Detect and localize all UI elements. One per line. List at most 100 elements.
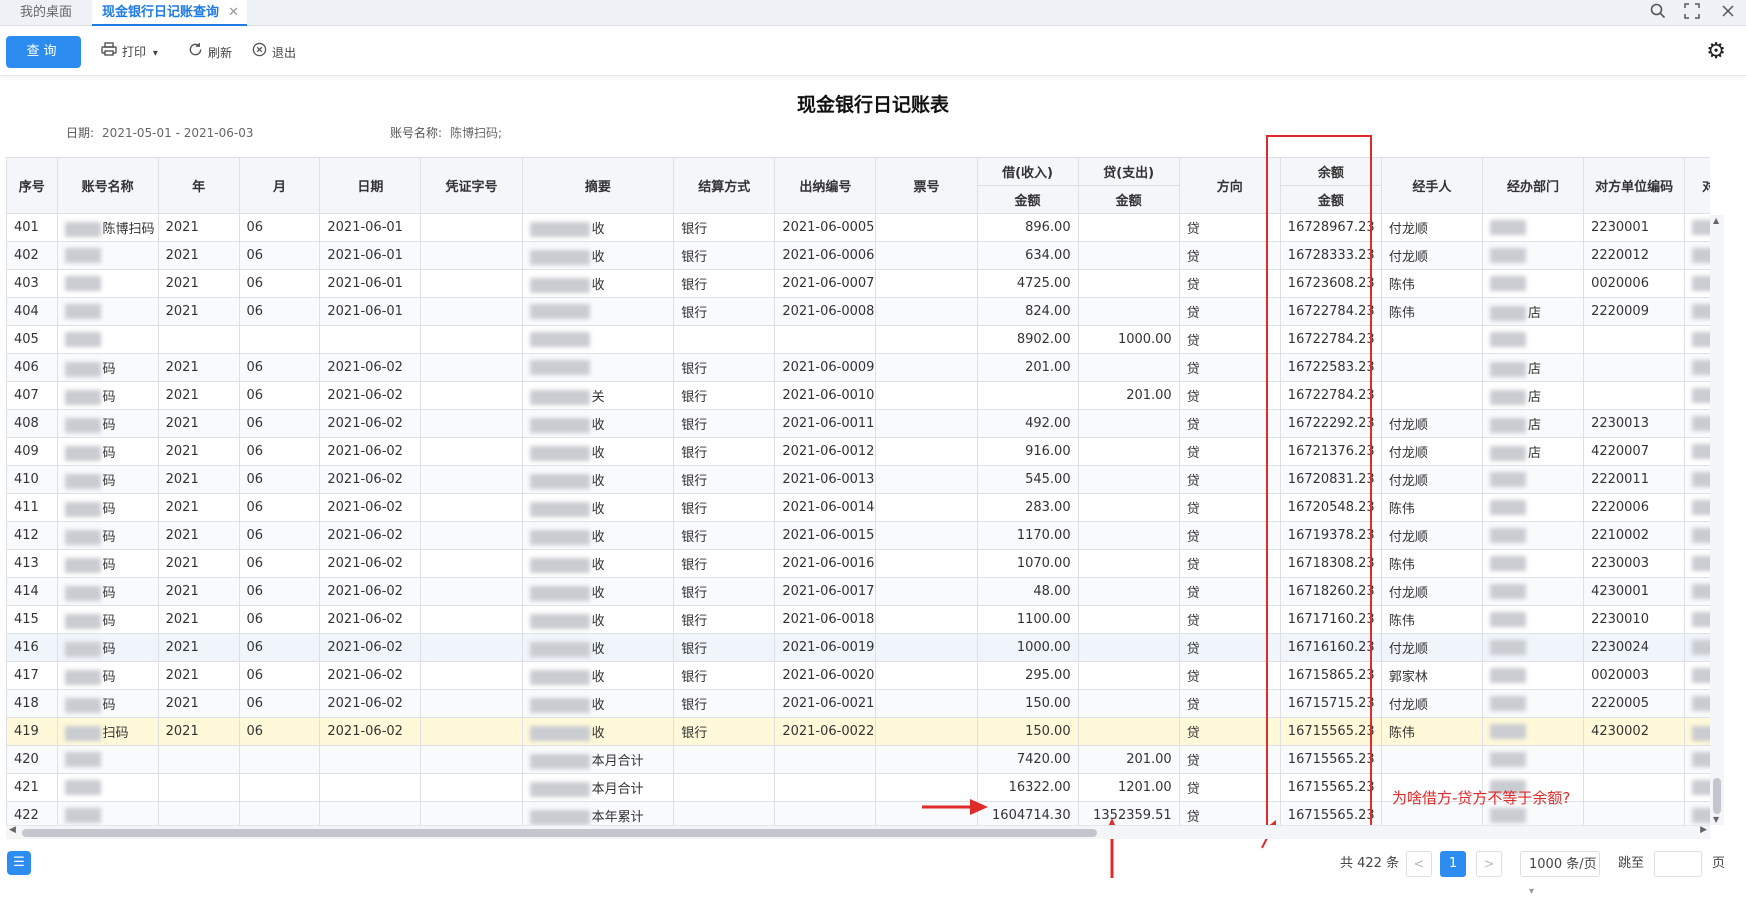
table-row[interactable]: 402 2021 06 2021-06-01 收 银行 2021-06-0006 634.00… (6, 241, 1710, 270)
col-summary[interactable]: 摘要 (521, 157, 675, 214)
col-debit[interactable]: 借(收入) (976, 157, 1079, 186)
cell-summary (521, 325, 675, 354)
col-year[interactable]: 年 (157, 157, 240, 214)
account-name: 账号名称: 陈博扫码; (390, 124, 502, 141)
close-window-icon[interactable] (1718, 3, 1738, 23)
cell-seq: 421 (6, 773, 58, 802)
fullscreen-icon[interactable] (1682, 3, 1702, 23)
table-row[interactable]: 406 码 2021 06 2021-06-02 银行 2021-06-0009 201.00… (6, 353, 1710, 382)
page-1-button[interactable]: 1 (1440, 851, 1466, 877)
cell-handler: 付龙顺 (1380, 241, 1483, 270)
cell-cashier-no: 2021-06-0017 (774, 577, 877, 606)
col-voucher[interactable]: 凭证字号 (420, 157, 523, 214)
cell-account: 码 (56, 353, 159, 382)
cell-text: 码 (102, 418, 116, 433)
col-dept[interactable]: 经办部门 (1481, 157, 1585, 214)
scroll-right-icon[interactable]: ▶ (1700, 825, 1707, 835)
col-month[interactable]: 月 (238, 157, 321, 214)
redacted-block (1489, 446, 1526, 461)
cell-cashier-no: 2021-06-0010 (774, 381, 877, 410)
cell-voucher (420, 353, 523, 382)
col-cashier-no[interactable]: 出纳编号 (774, 157, 877, 214)
table-row[interactable]: 407 码 2021 06 2021-06-02 关 银行 2021-06-0010 201.0… (6, 381, 1710, 410)
tab-desktop[interactable]: 我的桌面 (10, 0, 82, 26)
table-row[interactable]: 418 码 2021 06 2021-06-02 收 银行 2021-06-0021 150.0… (6, 689, 1710, 718)
cell-date: 2021-06-01 (319, 213, 422, 242)
table-row[interactable]: 410 码 2021 06 2021-06-02 收 银行 2021-06-0013 545.0… (6, 465, 1710, 494)
list-icon[interactable]: ☰ (7, 851, 31, 875)
col-settle[interactable]: 结算方式 (673, 157, 776, 214)
refresh-button[interactable]: 刷新 (186, 42, 232, 62)
print-button[interactable]: 打印 ▾ (100, 42, 158, 62)
close-icon[interactable]: ✕ (228, 0, 239, 26)
cell-party-code: 2220009 (1583, 297, 1686, 326)
cell-debit: 634.00 (976, 241, 1079, 270)
table-row[interactable]: 404 2021 06 2021-06-01 银行 2021-06-0008 824.00 贷… (6, 297, 1710, 326)
table-row[interactable]: 405 8902.00 1000.00 贷 16722784.23 (6, 325, 1710, 354)
table-row[interactable]: 411 码 2021 06 2021-06-02 收 银行 2021-06-0014 283.0… (6, 493, 1710, 522)
scroll-left-icon[interactable]: ◀ (9, 825, 16, 835)
search-icon[interactable] (1648, 3, 1668, 23)
cell-date (319, 801, 422, 825)
redacted-block (529, 390, 590, 405)
col-debit-amount[interactable]: 金额 (976, 185, 1079, 214)
gear-icon[interactable]: ⚙ (1706, 39, 1726, 64)
table-row[interactable]: 413 码 2021 06 2021-06-02 收 银行 2021-06-0016 1070.… (6, 549, 1710, 578)
horizontal-scroll-thumb[interactable] (22, 829, 1097, 837)
table-row[interactable]: 416 码 2021 06 2021-06-02 收 银行 2021-06-0019 1000.… (6, 633, 1710, 662)
redacted-block (529, 698, 590, 713)
tab-cash-journal[interactable]: 现金银行日记账查询 ✕ (92, 0, 248, 26)
col-credit-amount[interactable]: 金额 (1077, 185, 1180, 214)
table-row[interactable]: 417 码 2021 06 2021-06-02 收 银行 2021-06-0020 295.0… (6, 661, 1710, 690)
scroll-up-icon[interactable]: ▲ (1713, 216, 1719, 225)
cell-text: 码 (102, 362, 116, 377)
cell-party (1684, 269, 1710, 298)
cell-voucher (420, 325, 523, 354)
cell-summary: 收 (521, 493, 675, 522)
cell-date (319, 745, 422, 774)
col-bill[interactable]: 票号 (875, 157, 978, 214)
table-row[interactable]: 419 扫码 2021 06 2021-06-02 收 银行 2021-06-0022 150.… (6, 717, 1710, 746)
cell-month (238, 801, 321, 825)
redacted-block (1692, 808, 1710, 823)
col-date[interactable]: 日期 (319, 157, 422, 214)
table-row[interactable]: 414 码 2021 06 2021-06-02 收 银行 2021-06-0017 48.00… (6, 577, 1710, 606)
table-row[interactable]: 412 码 2021 06 2021-06-02 收 银行 2021-06-0015 1170.… (6, 521, 1710, 550)
vertical-scrollbar[interactable]: ▲ ▼ (1710, 215, 1724, 825)
cell-credit: 201.00 (1077, 745, 1180, 774)
cell-bill (875, 493, 978, 522)
exit-button[interactable]: 退出 (250, 42, 296, 62)
col-handler[interactable]: 经手人 (1380, 157, 1483, 214)
cell-account (56, 269, 159, 298)
col-party[interactable]: 对方 (1684, 157, 1710, 214)
cell-credit (1077, 465, 1180, 494)
cell-text: 本月合计 (591, 782, 644, 797)
table-row[interactable]: 403 2021 06 2021-06-01 收 银行 2021-06-0007 4725.0… (6, 269, 1710, 298)
cell-voucher (420, 633, 523, 662)
table-row[interactable]: 415 码 2021 06 2021-06-02 收 银行 2021-06-0018 1100.… (6, 605, 1710, 634)
cell-bill (875, 549, 978, 578)
col-account[interactable]: 账号名称 (56, 157, 159, 214)
query-button[interactable]: 查询 (6, 36, 81, 68)
table-row[interactable]: 401 陈博扫码 2021 06 2021-06-01 收 银行 2021-06-0005 89… (6, 213, 1710, 242)
horizontal-scrollbar[interactable]: ◀ ▶ (6, 825, 1710, 839)
table-body: 401 陈博扫码 2021 06 2021-06-01 收银行 2021-06-0005 89… (6, 213, 1710, 825)
jump-page-input[interactable] (1654, 851, 1702, 877)
vertical-scroll-thumb[interactable] (1713, 778, 1721, 814)
table-row[interactable]: 420 本月合计 7420.00 201.00 贷 16715565.23 (6, 745, 1710, 774)
table-row[interactable]: 408 码 2021 06 2021-06-02 收 银行 2021-06-0011 492.0… (6, 409, 1710, 438)
table-row[interactable]: 409 码 2021 06 2021-06-02 收 银行 2021-06-0012 916.0… (6, 437, 1710, 466)
redacted-block (1489, 276, 1526, 291)
scroll-down-icon[interactable]: ▼ (1713, 815, 1719, 824)
cell-dept (1481, 717, 1585, 746)
cell-text: 收 (591, 474, 605, 489)
cell-party-code: 2230013 (1583, 409, 1686, 438)
next-page-button[interactable]: > (1476, 851, 1502, 877)
col-party-code[interactable]: 对方单位编码 (1583, 157, 1686, 214)
col-credit[interactable]: 贷(支出) (1077, 157, 1180, 186)
prev-page-button[interactable]: < (1406, 851, 1432, 877)
redacted-block (64, 808, 101, 823)
cell-text: 收 (591, 586, 605, 601)
page-size-select[interactable]: 1000 条/页 ▾ (1520, 851, 1600, 897)
col-seq[interactable]: 序号 (6, 157, 58, 214)
